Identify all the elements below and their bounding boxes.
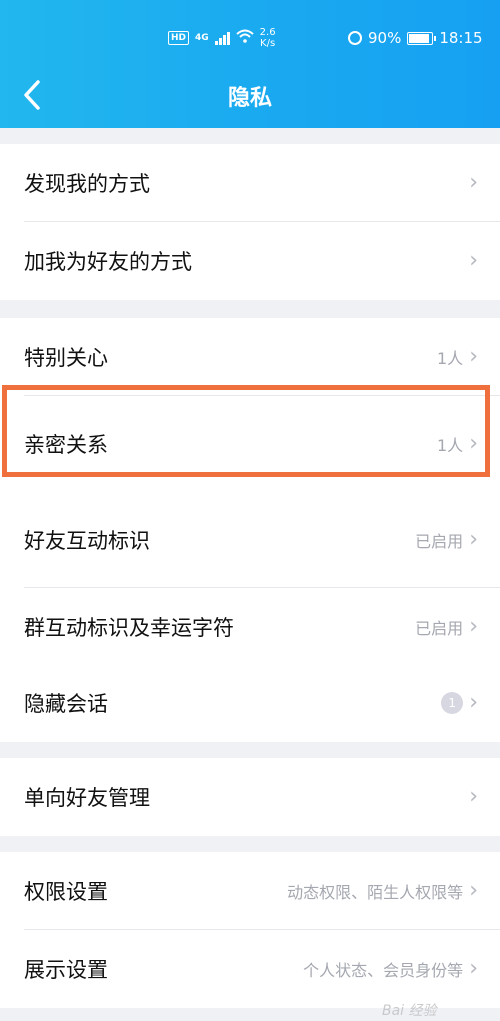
row-value: 动态权限、陌生人权限等 — [287, 883, 464, 902]
chevron-right-icon: › — [469, 527, 478, 552]
row-label: 单向好友管理 — [24, 786, 150, 810]
chevron-right-icon: › — [469, 248, 478, 273]
network-type: 4G — [195, 33, 209, 43]
speed-value: 2.6 — [259, 27, 276, 38]
settings-group-hidden: 隐藏会话 1 › — [0, 664, 500, 742]
row-label: 亲密关系 — [24, 433, 108, 457]
row-label: 好友互动标识 — [24, 529, 150, 553]
wifi-icon — [236, 29, 254, 47]
app-header: HD 4G 2.6 K/s 90% 18:15 隐私 — [0, 0, 500, 128]
speed-unit: K/s — [260, 38, 276, 49]
hd-indicator: HD — [168, 31, 190, 45]
page-title: 隐私 — [227, 86, 272, 111]
chevron-right-icon: › — [469, 878, 478, 903]
settings-group-discovery: 发现我的方式 › 加我为好友的方式 › — [0, 144, 500, 300]
row-hidden-conversations[interactable]: 隐藏会话 1 › — [0, 664, 500, 742]
count-badge: 1 — [441, 692, 464, 714]
row-intimate-relationship[interactable]: 亲密关系 1人 › — [0, 396, 500, 492]
chevron-right-icon: › — [469, 690, 478, 715]
row-permission-settings[interactable]: 权限设置 动态权限、陌生人权限等 › — [0, 852, 500, 930]
row-label: 群互动标识及幸运字符 — [24, 616, 234, 640]
row-group-interaction-marks[interactable]: 群互动标识及幸运字符 已启用 › — [0, 588, 500, 666]
row-label: 加我为好友的方式 — [24, 250, 192, 274]
settings-group-oneway: 单向好友管理 › — [0, 758, 500, 836]
network-speed: 2.6 K/s — [260, 27, 276, 49]
row-find-me-method[interactable]: 发现我的方式 › — [0, 144, 500, 222]
alarm-icon — [348, 31, 362, 45]
chevron-right-icon: › — [469, 431, 478, 456]
row-value: 1人 — [437, 436, 464, 455]
battery-percent: 90% — [368, 29, 402, 47]
row-label: 发现我的方式 — [24, 172, 150, 196]
row-label: 隐藏会话 — [24, 692, 108, 716]
row-value: 个人状态、会员身份等 — [303, 961, 464, 980]
status-bar-left: HD 4G 2.6 K/s — [168, 24, 276, 52]
settings-group-relations: 特别关心 1人 › 亲密关系 1人 › 好友互动标识 已启用 › 群互动标识及幸运字符… — [0, 318, 500, 666]
watermark: Bai 经验 — [382, 1003, 437, 1019]
row-label: 特别关心 — [24, 346, 108, 370]
chevron-right-icon: › — [469, 956, 478, 981]
battery-icon — [407, 31, 437, 45]
signal-icon — [214, 31, 230, 45]
chevron-right-icon: › — [469, 344, 478, 369]
row-value: 1人 — [437, 349, 464, 368]
chevron-right-icon: › — [469, 784, 478, 809]
row-add-friend-method[interactable]: 加我为好友的方式 › — [0, 222, 500, 300]
row-value: 已启用 — [415, 619, 464, 638]
status-bar-right: 90% 18:15 — [348, 24, 483, 52]
row-label: 权限设置 — [24, 880, 108, 904]
chevron-right-icon: › — [469, 614, 478, 639]
clock: 18:15 — [439, 29, 483, 47]
chevron-right-icon: › — [469, 170, 478, 195]
row-label: 展示设置 — [24, 958, 108, 982]
row-one-way-friends[interactable]: 单向好友管理 › — [0, 758, 500, 836]
row-special-care[interactable]: 特别关心 1人 › — [0, 318, 500, 396]
row-display-settings[interactable]: 展示设置 个人状态、会员身份等 › — [0, 930, 500, 1008]
settings-group-permissions: 权限设置 动态权限、陌生人权限等 › 展示设置 个人状态、会员身份等 › — [0, 852, 500, 1008]
row-friend-interaction-marks[interactable]: 好友互动标识 已启用 › — [0, 492, 500, 588]
row-value: 已启用 — [415, 532, 464, 551]
